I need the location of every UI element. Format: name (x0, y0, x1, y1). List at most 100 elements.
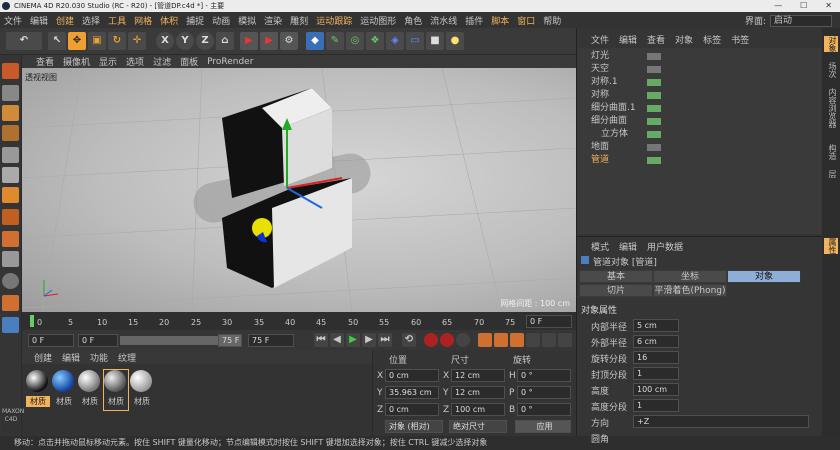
undo-icon[interactable]: ↶ (6, 32, 42, 50)
position-y-field[interactable]: 35.963 cm (385, 386, 439, 399)
object-row[interactable]: 对称 (577, 89, 823, 102)
size-z-field[interactable]: 100 cm (451, 403, 505, 416)
object-row[interactable]: 天空 (577, 63, 823, 76)
menu-item[interactable]: 帮助 (543, 14, 561, 27)
key-pla-icon[interactable] (542, 333, 556, 347)
timeline-window-icon[interactable] (558, 333, 572, 347)
interface-dropdown[interactable]: 启动 (770, 14, 832, 27)
rotate-icon[interactable]: ↻ (108, 32, 126, 50)
menu-item[interactable]: 动画 (212, 14, 230, 27)
object-menu-bookmarks[interactable]: 书签 (731, 33, 749, 46)
lock-workplane-icon[interactable] (2, 295, 19, 311)
strip-tab-objects[interactable]: 对象 (824, 36, 838, 52)
tab-phong[interactable]: 平滑着色(Phong) (653, 284, 727, 297)
viewport-menu-filter[interactable]: 过滤 (153, 55, 171, 68)
visibility-dots-icon[interactable] (647, 105, 661, 112)
height-segments-field[interactable]: 1 (633, 399, 679, 412)
render-picture-viewer-icon[interactable]: ▶ (260, 32, 278, 50)
viewport-menu-display[interactable]: 显示 (99, 55, 117, 68)
menu-item[interactable]: 选择 (82, 14, 100, 27)
key-position-icon[interactable] (478, 333, 492, 347)
attribute-menu-mode[interactable]: 模式 (591, 240, 609, 253)
menu-item[interactable]: 模拟 (238, 14, 256, 27)
menu-item[interactable]: 窗口 (517, 14, 535, 27)
go-to-start-icon[interactable]: ⏮ (314, 333, 328, 347)
object-menu-file[interactable]: 文件 (591, 33, 609, 46)
live-select-icon[interactable]: ↖ (48, 32, 66, 50)
camera-icon[interactable]: ■ (426, 32, 444, 50)
tab-slice[interactable]: 切片 (579, 284, 653, 297)
edges-mode-icon[interactable] (2, 167, 19, 183)
workplane-mode-icon[interactable] (2, 125, 19, 141)
menu-item[interactable]: 创建 (56, 14, 74, 27)
object-row[interactable]: 对称.1 (577, 76, 823, 89)
z-axis-icon[interactable]: Z (196, 32, 214, 50)
outer-radius-field[interactable]: 6 cm (633, 335, 679, 348)
visibility-dots-icon[interactable] (647, 53, 661, 60)
menu-item[interactable]: 角色 (404, 14, 422, 27)
object-menu-object[interactable]: 对象 (675, 33, 693, 46)
strip-tab-takes[interactable]: 场次 (824, 62, 838, 78)
key-selection-icon[interactable] (456, 333, 470, 347)
material-swatch[interactable]: 材质 (26, 370, 50, 410)
points-mode-icon[interactable] (2, 147, 19, 163)
tab-object[interactable]: 对象 (727, 270, 801, 283)
visibility-dots-icon[interactable] (647, 144, 661, 151)
subdivision-icon[interactable]: ◎ (346, 32, 364, 50)
cube-icon[interactable]: ◆ (306, 32, 324, 50)
visibility-dots-icon[interactable] (647, 157, 661, 164)
attribute-menu-userdata[interactable]: 用户数据 (647, 240, 683, 253)
polygons-mode-icon[interactable] (2, 187, 19, 203)
menu-item[interactable]: 工具 (108, 14, 126, 27)
viewport-menu-panel[interactable]: 面板 (180, 55, 198, 68)
position-z-field[interactable]: 0 cm (385, 403, 439, 416)
autokey-icon[interactable] (440, 333, 454, 347)
solo-mode-icon[interactable] (2, 251, 19, 267)
material-swatch[interactable]: 材质 (130, 370, 154, 410)
visibility-dots-icon[interactable] (647, 92, 661, 99)
visibility-dots-icon[interactable] (647, 131, 661, 138)
material-swatch[interactable]: 材质 (52, 370, 76, 410)
make-editable-icon[interactable] (2, 63, 19, 79)
menu-item[interactable]: 运动图形 (360, 14, 396, 27)
object-menu-view[interactable]: 查看 (647, 33, 665, 46)
menu-item[interactable]: 渲染 (264, 14, 282, 27)
menu-item[interactable]: 雕刻 (290, 14, 308, 27)
tab-basic[interactable]: 基本 (579, 270, 653, 283)
object-row[interactable]: 细分曲面.1 (577, 102, 823, 115)
rotation-h-field[interactable]: 0 ° (517, 369, 571, 382)
viewport-menu-camera[interactable]: 摄像机 (63, 55, 90, 68)
key-scale-icon[interactable] (494, 333, 508, 347)
object-row[interactable]: 细分曲面 (577, 115, 823, 128)
coordinate-system-icon[interactable]: ⌂ (216, 32, 234, 50)
move-icon[interactable]: ✥ (68, 32, 86, 50)
light-icon[interactable]: ● (446, 32, 464, 50)
snap-icon[interactable] (2, 273, 19, 289)
model-mode-icon[interactable] (2, 85, 19, 101)
menu-item[interactable]: 流水线 (430, 14, 457, 27)
strip-tab-attributes[interactable]: 属性 (824, 238, 838, 254)
menu-item[interactable]: 文件 (4, 14, 22, 27)
apply-button[interactable]: 应用 (515, 420, 571, 433)
menu-item[interactable]: 运动跟踪 (316, 14, 352, 27)
next-key-icon[interactable]: ▶ (362, 333, 376, 347)
start-frame-field[interactable]: 0 F (28, 334, 74, 347)
recent-tools-icon[interactable]: ✛ (128, 32, 146, 50)
play-icon[interactable]: ▶ (346, 333, 360, 347)
prev-key-icon[interactable]: ◀ (330, 333, 344, 347)
object-row[interactable]: 灯光 (577, 50, 823, 63)
rotation-p-field[interactable]: 0 ° (517, 386, 571, 399)
size-x-field[interactable]: 12 cm (451, 369, 505, 382)
texture-mode-icon[interactable] (2, 105, 19, 121)
menu-item[interactable]: 编辑 (30, 14, 48, 27)
planar-workplane-icon[interactable] (2, 317, 19, 333)
orientation-dropdown[interactable]: +Z (633, 415, 809, 428)
coordinate-mode-dropdown[interactable]: 对象 (相对) (385, 420, 443, 433)
object-menu-tags[interactable]: 标签 (703, 33, 721, 46)
strip-tab-layers[interactable]: 层 (824, 170, 838, 178)
viewport-menu-prorender[interactable]: ProRender (207, 57, 253, 67)
size-y-field[interactable]: 12 cm (451, 386, 505, 399)
object-row[interactable]: 立方体 (577, 128, 823, 141)
record-icon[interactable] (424, 333, 438, 347)
inner-radius-field[interactable]: 5 cm (633, 319, 679, 332)
